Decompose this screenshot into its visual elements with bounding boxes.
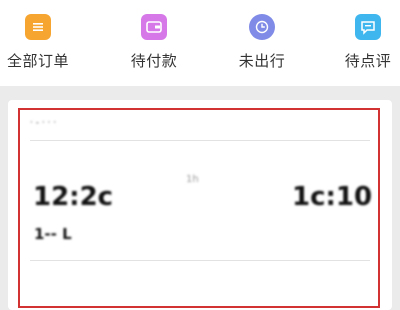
- comment-icon: [355, 14, 381, 40]
- nav-pending-review[interactable]: 待点评: [318, 14, 400, 78]
- duration: 1h: [186, 174, 199, 185]
- departure-station: 1-- L: [34, 225, 72, 243]
- nav-pending-payment[interactable]: 待付款: [104, 14, 204, 78]
- nav-pending-review-label: 待点评: [344, 52, 392, 70]
- clock-icon: [249, 14, 275, 40]
- wallet-icon: [141, 14, 167, 40]
- nav-not-traveled-label: 未出行: [238, 52, 286, 70]
- nav-pending-payment-label: 待付款: [130, 52, 178, 70]
- order-category-bar: 全部订单 待付款 未出行 待点评: [0, 0, 400, 86]
- order-status: · - · · ·: [30, 118, 57, 128]
- nav-all-orders[interactable]: 全部订单: [0, 14, 88, 78]
- nav-not-traveled[interactable]: 未出行: [212, 14, 312, 78]
- divider: [30, 140, 370, 141]
- departure-time: 12:2c: [33, 182, 114, 212]
- list-icon: [25, 14, 51, 40]
- nav-all-orders-label: 全部订单: [6, 52, 69, 70]
- divider: [30, 260, 370, 261]
- arrival-time: 1c:10: [292, 182, 373, 212]
